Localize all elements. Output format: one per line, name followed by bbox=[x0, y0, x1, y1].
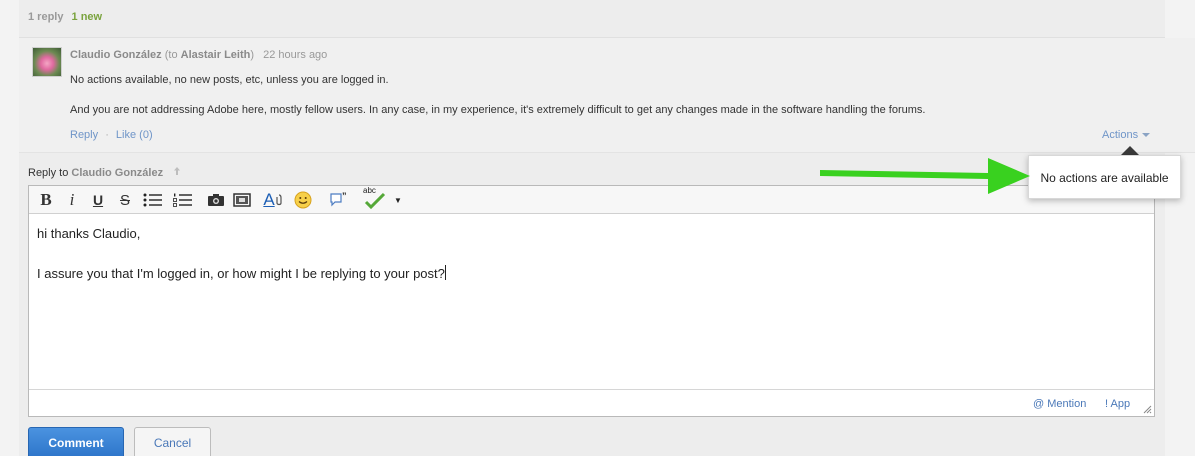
attachment-icon bbox=[276, 194, 282, 206]
editor-text-area[interactable]: hi thanks Claudio, I assure you that I'm… bbox=[37, 224, 446, 304]
emoji-button[interactable] bbox=[292, 190, 314, 210]
bold-button[interactable]: B bbox=[35, 190, 57, 210]
separator: · bbox=[105, 129, 109, 141]
text-cursor bbox=[444, 265, 446, 280]
like-link[interactable]: Like (0) bbox=[116, 129, 153, 141]
editor-line: hi thanks Claudio, bbox=[37, 226, 141, 241]
mention-link[interactable]: @ Mention bbox=[1033, 398, 1086, 410]
font-style-button[interactable]: A bbox=[259, 190, 287, 210]
reply-count[interactable]: 1 reply bbox=[28, 11, 63, 23]
annotation-arrow-icon bbox=[820, 158, 1030, 194]
underline-button[interactable]: U bbox=[87, 190, 109, 210]
italic-button[interactable]: i bbox=[61, 190, 83, 210]
reply-to-prefix: Reply to bbox=[28, 167, 69, 179]
divider bbox=[19, 152, 1195, 153]
arrow-up-icon[interactable] bbox=[172, 166, 182, 179]
avatar[interactable] bbox=[32, 47, 62, 77]
image-icon bbox=[208, 194, 224, 206]
editor-line: I assure you that I'm logged in, or how … bbox=[37, 266, 445, 281]
popover-pointer bbox=[1121, 146, 1139, 155]
svg-text:”: ” bbox=[342, 191, 347, 201]
quote-icon: ” bbox=[330, 191, 347, 207]
post-text-line: No actions available, no new posts, etc,… bbox=[70, 74, 389, 86]
post-actions: Reply · Like (0) bbox=[70, 129, 153, 141]
smiley-icon bbox=[294, 191, 312, 209]
comment-button[interactable]: Comment bbox=[28, 427, 124, 456]
forum-page: 1 reply 1 new Claudio González (to Alast… bbox=[0, 0, 1195, 456]
new-count-badge[interactable]: 1 new bbox=[72, 11, 103, 23]
font-letter: A bbox=[263, 190, 275, 209]
quote-button[interactable]: ” bbox=[328, 190, 350, 210]
insert-image-button[interactable] bbox=[205, 190, 227, 210]
to-prefix: (to bbox=[164, 49, 178, 61]
insert-media-button[interactable] bbox=[231, 190, 253, 210]
post-header: Claudio González (to Alastair Leith) 22 … bbox=[70, 49, 327, 61]
spellcheck-label: abc bbox=[363, 186, 376, 195]
caret-down-icon bbox=[1142, 133, 1151, 138]
app-link[interactable]: ! App bbox=[1105, 398, 1130, 410]
editor-footer: @ Mention ! App bbox=[29, 389, 1154, 416]
bullet-list-button[interactable] bbox=[142, 190, 164, 210]
media-icon bbox=[233, 193, 251, 207]
resize-grip-icon[interactable] bbox=[1142, 404, 1152, 414]
post-author[interactable]: Claudio González bbox=[70, 49, 162, 61]
thread-meta: 1 reply 1 new bbox=[28, 11, 102, 23]
actions-menu-button[interactable]: Actions bbox=[1102, 129, 1151, 141]
post-timestamp: 22 hours ago bbox=[263, 49, 328, 61]
numbered-list-icon bbox=[173, 193, 192, 207]
bullet-list-icon bbox=[143, 193, 162, 207]
reply-to-name[interactable]: Claudio González bbox=[71, 167, 163, 179]
to-suffix: ) bbox=[250, 49, 255, 61]
reply-editor: B i U S A ” abc ▼ hi thanks Claudio, I a… bbox=[28, 185, 1155, 417]
actions-popover: No actions are available bbox=[1028, 155, 1181, 199]
post-text-line: And you are not addressing Adobe here, m… bbox=[70, 104, 926, 116]
reply-to-header: Reply to Claudio González bbox=[28, 166, 182, 179]
reply-link[interactable]: Reply bbox=[70, 129, 98, 141]
spellcheck-button[interactable]: abc ▼ bbox=[362, 186, 402, 210]
strikethrough-button[interactable]: S bbox=[114, 190, 136, 210]
actions-label: Actions bbox=[1102, 129, 1139, 141]
cancel-button[interactable]: Cancel bbox=[134, 427, 211, 456]
caret-down-icon[interactable]: ▼ bbox=[394, 196, 402, 205]
recipient-name[interactable]: Alastair Leith bbox=[181, 49, 251, 61]
numbered-list-button[interactable] bbox=[172, 190, 194, 210]
